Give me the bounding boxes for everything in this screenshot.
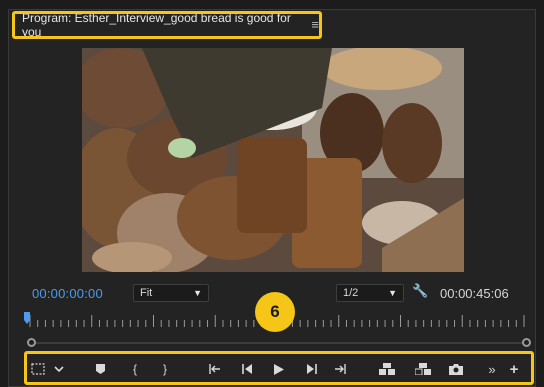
mark-out-icon[interactable]: } <box>158 355 172 383</box>
mark-in-icon[interactable]: { <box>128 355 142 383</box>
resolution-value: 1/2 <box>343 287 359 299</box>
extract-icon[interactable] <box>412 355 434 383</box>
resolution-dropdown[interactable]: 1/2 ▼ <box>336 284 404 302</box>
current-timecode[interactable]: 00:00:00:00 <box>32 286 103 301</box>
settings-chevron-icon[interactable] <box>50 355 68 383</box>
export-frame-icon[interactable] <box>446 355 466 383</box>
step-forward-icon[interactable] <box>302 355 320 383</box>
add-marker-icon[interactable] <box>92 355 108 383</box>
safe-margins-icon[interactable] <box>28 355 48 383</box>
more-icon[interactable]: » <box>484 355 500 383</box>
zoom-value: Fit <box>140 287 153 299</box>
go-to-in-icon[interactable] <box>204 355 224 383</box>
playhead-marker[interactable] <box>24 312 30 324</box>
hamburger-menu-icon[interactable]: ≡ <box>311 17 319 32</box>
add-button-icon[interactable]: + <box>506 355 522 383</box>
zoom-left-handle[interactable] <box>27 338 36 347</box>
go-to-out-icon[interactable] <box>330 355 352 383</box>
program-monitor-tab[interactable]: Program: Esther_Interview_good bread is … <box>12 10 319 39</box>
zoom-right-handle[interactable] <box>522 338 531 347</box>
lift-icon[interactable] <box>376 355 398 383</box>
callout-badge: 6 <box>255 292 295 332</box>
transport-toolbar: { } » + <box>24 355 532 383</box>
zoom-scroll-track[interactable] <box>30 342 528 344</box>
zoom-dropdown[interactable]: Fit ▼ <box>133 284 209 302</box>
step-back-icon[interactable] <box>238 355 256 383</box>
duration-timecode: 00:00:45:06 <box>440 286 509 301</box>
chevron-down-icon: ▼ <box>388 288 397 298</box>
play-icon[interactable] <box>270 355 288 383</box>
program-video-frame[interactable] <box>82 48 464 272</box>
chevron-down-icon: ▼ <box>193 288 202 298</box>
program-tab-title: Program: Esther_Interview_good bread is … <box>22 10 291 39</box>
wrench-icon[interactable]: 🔧 <box>412 283 428 299</box>
